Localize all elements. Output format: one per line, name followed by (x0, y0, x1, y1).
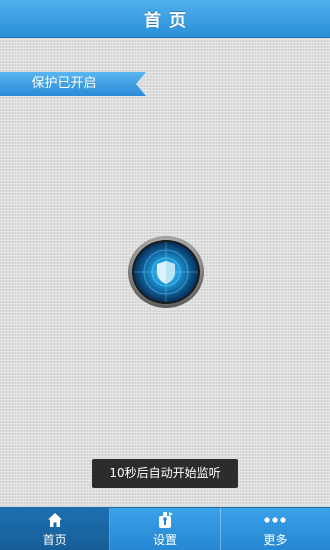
settings-icon (156, 511, 174, 529)
tab-more-label: 更多 (263, 532, 288, 547)
tab-home[interactable]: 首页 (0, 508, 111, 550)
page-title: 首页 (144, 11, 194, 31)
radar-shield-icon (128, 236, 204, 308)
tab-home-label: 首页 (42, 532, 67, 547)
more-icon (264, 511, 286, 529)
protection-status-banner: 保护已开启 (0, 72, 146, 96)
bottom-tab-bar: 首页 设置 更多 (0, 507, 330, 550)
home-icon (47, 511, 63, 529)
tab-more[interactable]: 更多 (221, 508, 330, 550)
radar-shield-button[interactable] (127, 235, 205, 309)
tab-settings[interactable]: 设置 (110, 508, 221, 550)
title-bar: 首页 (0, 0, 330, 38)
toast-message: 10秒后自动开始监听 (92, 459, 238, 488)
protection-status-label: 保护已开启 (31, 76, 97, 91)
tab-settings-label: 设置 (152, 532, 177, 547)
